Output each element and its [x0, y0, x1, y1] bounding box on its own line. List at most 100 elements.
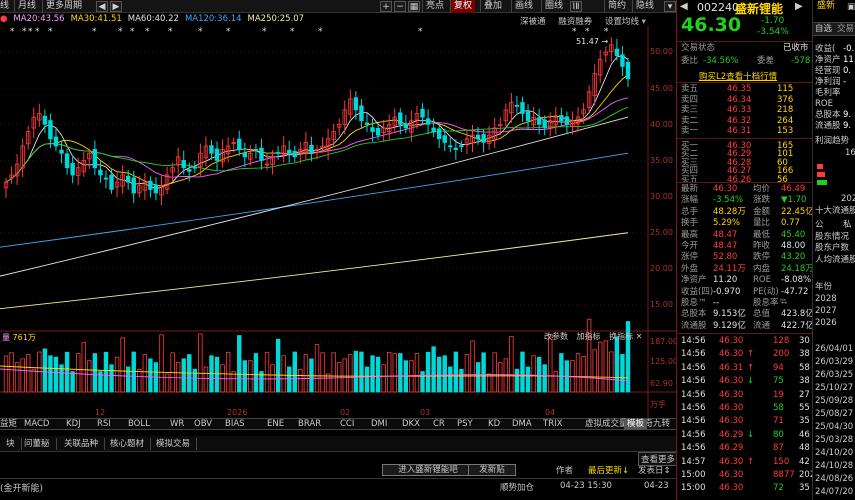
ask-row[interactable]: 卖二 46.32 264 [681, 116, 809, 127]
nav-left-icon[interactable]: ◀ [96, 1, 108, 12]
l2-link[interactable]: 购买L2查看十档行情 [699, 70, 777, 82]
toolbar-item-more-period[interactable]: 更多周期 [42, 0, 85, 13]
indicator-tab[interactable]: CCI [340, 419, 354, 430]
quote-label: 涨幅 [681, 195, 699, 206]
volume-bar [492, 352, 497, 393]
indicator-tab[interactable]: PSY [457, 419, 473, 430]
f10-value: -0. [843, 44, 855, 54]
watchlist-tab[interactable]: 自选 [815, 24, 832, 35]
overlay-button[interactable]: 叠加 [480, 0, 505, 13]
tick-price: 46.30 [719, 456, 744, 467]
indicator-tab[interactable]: KDJ [66, 419, 81, 430]
indicator-tab[interactable]: 益矩 [0, 419, 17, 430]
signal-star-icon: * [130, 27, 135, 37]
nav-right-icon[interactable]: ▶ [110, 1, 122, 12]
ask-row[interactable]: 卖五 46.35 115 [681, 84, 809, 95]
indicator-tab[interactable]: BOLL [128, 419, 150, 430]
tab-core-theme[interactable]: 核心题材 [104, 438, 152, 450]
kline-chart[interactable]: * * * * * * * * * * * * * * * * * * * [0, 26, 676, 418]
add-indicator-button[interactable]: 加指标 [577, 332, 601, 341]
f10-panel: 盛新 ▣ 自选 交易 收益(-0.净资产11.经营现0.净利润-毛利率ROE总股… [812, 0, 855, 500]
quote-label: 净资产 [681, 275, 707, 286]
indicator-tab[interactable]: DMI [371, 419, 387, 430]
next-stock-icon[interactable]: ▶ [795, 1, 803, 12]
quote-row: 总手 48.28万 金额 22.45亿 [681, 207, 814, 218]
more-icon[interactable]: ▣ [847, 2, 855, 13]
candle [287, 149, 292, 154]
quote-label: 总值 [753, 309, 771, 320]
indicator-tab[interactable]: BIAS [225, 419, 245, 430]
indicator-tab[interactable]: DMA [512, 419, 532, 430]
indicator-tab[interactable]: KD [488, 419, 500, 430]
volume-bar [181, 358, 186, 393]
tick-count: 35 [799, 416, 810, 427]
trend-bar [817, 180, 827, 185]
volume-bar [520, 351, 525, 393]
latest-update-sort[interactable]: 最后更新↓ [588, 464, 629, 476]
indicator-tab[interactable]: 虚拟成交量 [585, 419, 628, 430]
indicator-tab[interactable]: DKX [402, 419, 420, 430]
f10-label: ROE [815, 99, 833, 109]
indicator-tab[interactable]: TRIX [543, 419, 562, 430]
toolbar-item-month[interactable]: 月线 [14, 0, 39, 13]
menu-icon[interactable]: ◀ [680, 1, 688, 12]
post-date-sort[interactable]: 发表日↕ [638, 464, 671, 476]
enter-forum-button[interactable]: 进入盛新锂能吧 [382, 464, 474, 476]
ask-row[interactable]: 卖一 46.31 153 [681, 126, 809, 137]
candle [459, 145, 464, 148]
close-icon[interactable]: ✕ [636, 332, 643, 341]
indicator-tab[interactable]: MACD [24, 419, 49, 430]
ask-row[interactable]: 卖三 46.33 218 [681, 105, 809, 116]
indicator-tab[interactable]: RSI [97, 419, 111, 430]
adjust-button[interactable]: 复权 [450, 0, 476, 13]
dual-icon[interactable]: ⅠⅡ [570, 1, 582, 12]
ma-legend-item: MA20:43.56 [13, 14, 65, 24]
volume-bar [342, 358, 347, 393]
candle [214, 148, 220, 161]
toolbar-item-line[interactable]: 线 [0, 0, 9, 13]
swap-indicator-button[interactable]: 换指标 [609, 332, 633, 341]
indicator-tab[interactable]: BRAR [298, 419, 321, 430]
hide-line-button[interactable]: 隐线 [632, 0, 657, 13]
top-toolbar: 线 月线 更多周期 ◀ ▶ + − ▦ 亮点 复权 叠加 画线 圈线 ⅠⅡ 简约… [0, 0, 676, 13]
highlight-button[interactable]: 亮点 [422, 0, 447, 13]
new-post-button[interactable]: 发新贴 [468, 464, 516, 476]
layout-icon[interactable]: ▦ [408, 1, 420, 12]
draw-line-button[interactable]: 画线 [511, 0, 536, 13]
price-tick: 25.00 [650, 228, 673, 237]
news-title[interactable]: (金开新能) [0, 481, 43, 494]
zoom-in-icon[interactable]: + [380, 1, 392, 12]
quote-label: 内盘 [753, 263, 771, 274]
tab-sim-trade[interactable]: 模拟交易 [150, 438, 198, 450]
candle [420, 108, 425, 118]
ma-legend: ● MA20:43.56 MA30:41.51 MA60:40.22 MA120:36.… [0, 14, 310, 26]
tick-row: 15:00 46.30 72 35 [681, 483, 810, 494]
stock-code: 002240 [697, 1, 739, 14]
zoom-out-icon[interactable]: − [394, 1, 406, 12]
price-change: -1.70 [761, 16, 785, 26]
dropdown-icon[interactable]: ▾ [664, 1, 676, 12]
volume-bar [242, 360, 248, 393]
indicator-tab[interactable]: OBV [194, 419, 212, 430]
indicator-tab[interactable]: CR [433, 419, 445, 430]
news-row[interactable]: (金开新能) 顺势加仓 04-23 15:30 04-23 [0, 478, 676, 500]
volume-bar [270, 364, 275, 393]
edit-params-button[interactable]: 改参数 [544, 332, 568, 341]
tick-row: 14:56 46.30 ↑ 200 38 [681, 349, 810, 360]
holder-row: 人均流通股 [815, 254, 855, 265]
circle-line-button[interactable]: 圈线 [541, 0, 566, 13]
f10-value: - [843, 77, 847, 87]
trade-tab[interactable]: 交易 [837, 24, 854, 35]
simple-button[interactable]: 简约 [604, 0, 629, 13]
volume-bar [225, 351, 231, 393]
quote-label: 流通股 [681, 320, 707, 331]
template-button[interactable]: 模板 [624, 419, 648, 430]
indicator-tab[interactable]: ENE [267, 419, 284, 430]
indicator-tab[interactable]: WR [170, 419, 184, 430]
tab-ask-secretary[interactable]: 问董秘 [18, 438, 57, 450]
tab-related[interactable]: 关联品种 [58, 438, 106, 450]
ask-row[interactable]: 卖四 46.34 376 [681, 95, 809, 106]
volume-tabs: 改参数 加指标 换指标 ✕ [544, 331, 642, 342]
quote-row: 涨幅 -3.54% 涨跌 ▼1.70 [681, 195, 809, 206]
tick-count: 35 [799, 483, 810, 494]
